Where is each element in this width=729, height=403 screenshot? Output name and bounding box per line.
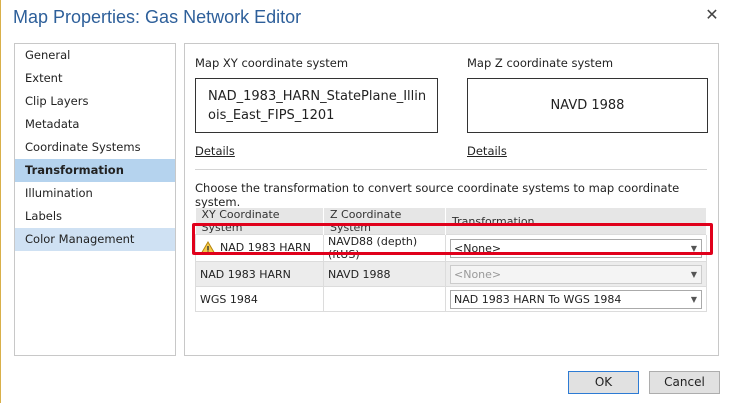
column-header-xy[interactable]: XY Coordinate System bbox=[195, 208, 324, 235]
transformation-dropdown-value: <None> bbox=[454, 267, 502, 281]
row-transformation-cell: NAD 1983 HARN To WGS 1984 ▼ bbox=[445, 286, 707, 312]
row-xy-value: WGS 1984 bbox=[195, 286, 324, 312]
table-header-row: XY Coordinate System Z Coordinate System… bbox=[195, 208, 707, 235]
row-z-value bbox=[323, 286, 446, 312]
row-z-value: NAVD 1988 bbox=[323, 261, 446, 287]
chevron-down-icon: ▼ bbox=[690, 294, 697, 304]
transformation-table: XY Coordinate System Z Coordinate System… bbox=[195, 208, 707, 312]
xy-cs-heading: Map XY coordinate system bbox=[195, 56, 349, 70]
row-transformation-cell: <None> ▼ bbox=[445, 234, 707, 262]
close-icon[interactable]: ✕ bbox=[704, 7, 720, 23]
table-row[interactable]: NAD 1983 HARN NAVD 1988 <None> ▼ bbox=[195, 261, 707, 287]
chevron-down-icon: ▼ bbox=[690, 243, 697, 253]
properties-nav: General Extent Clip Layers Metadata Coor… bbox=[14, 43, 176, 356]
xy-details-link[interactable]: Details bbox=[195, 144, 235, 158]
row-xy-value: NAD 1983 HARN bbox=[220, 241, 311, 254]
table-row[interactable]: WGS 1984 NAD 1983 HARN To WGS 1984 ▼ bbox=[195, 286, 707, 312]
nav-item-labels[interactable]: Labels bbox=[15, 205, 175, 228]
xy-cs-value-line1: NAD_1983_HARN_StatePlane_Illin bbox=[208, 88, 427, 104]
nav-item-metadata[interactable]: Metadata bbox=[15, 113, 175, 136]
transformation-dropdown-value: <None> bbox=[454, 241, 502, 255]
instruction-text: Choose the transformation to convert sou… bbox=[195, 181, 680, 209]
nav-item-coordinate-systems[interactable]: Coordinate Systems bbox=[15, 136, 175, 159]
transformation-dropdown[interactable]: NAD 1983 HARN To WGS 1984 ▼ bbox=[450, 289, 702, 309]
nav-item-general[interactable]: General bbox=[15, 44, 175, 67]
row-xy-value: NAD 1983 HARN bbox=[195, 261, 324, 287]
divider bbox=[195, 169, 707, 170]
xy-cs-box: NAD_1983_HARN_StatePlane_Illin ois_East_… bbox=[195, 78, 438, 133]
ok-button[interactable]: OK bbox=[568, 371, 639, 394]
column-header-z[interactable]: Z Coordinate System bbox=[323, 208, 446, 235]
chevron-down-icon: ▼ bbox=[690, 269, 697, 279]
window-title: Map Properties: Gas Network Editor bbox=[13, 7, 302, 27]
nav-item-color-management[interactable]: Color Management bbox=[15, 228, 175, 251]
z-cs-heading: Map Z coordinate system bbox=[467, 56, 614, 70]
title-bar: Map Properties: Gas Network Editor ✕ bbox=[1, 0, 729, 36]
column-header-transformation[interactable]: Transformation bbox=[445, 208, 707, 235]
nav-item-extent[interactable]: Extent bbox=[15, 67, 175, 90]
map-properties-dialog: Map Properties: Gas Network Editor ✕ Gen… bbox=[0, 0, 729, 403]
z-details-link[interactable]: Details bbox=[467, 144, 507, 158]
row-z-value: NAVD88 (depth) (ftUS) bbox=[323, 234, 446, 262]
transformation-dropdown-value: NAD 1983 HARN To WGS 1984 bbox=[454, 292, 622, 306]
table-row[interactable]: NAD 1983 HARN NAVD88 (depth) (ftUS) <Non… bbox=[195, 234, 707, 262]
cancel-button[interactable]: Cancel bbox=[649, 371, 720, 394]
z-cs-box: NAVD 1988 bbox=[467, 78, 708, 133]
nav-item-transformation[interactable]: Transformation bbox=[15, 159, 175, 182]
xy-cs-value-line2: ois_East_FIPS_1201 bbox=[208, 107, 335, 123]
transformation-dropdown[interactable]: <None> ▼ bbox=[450, 238, 702, 258]
warning-icon bbox=[200, 241, 216, 255]
transformation-dropdown: <None> ▼ bbox=[450, 264, 702, 284]
nav-item-illumination[interactable]: Illumination bbox=[15, 182, 175, 205]
row-xy-cell: NAD 1983 HARN bbox=[195, 234, 324, 262]
z-cs-value: NAVD 1988 bbox=[550, 98, 625, 113]
nav-item-clip-layers[interactable]: Clip Layers bbox=[15, 90, 175, 113]
row-transformation-cell: <None> ▼ bbox=[445, 261, 707, 287]
